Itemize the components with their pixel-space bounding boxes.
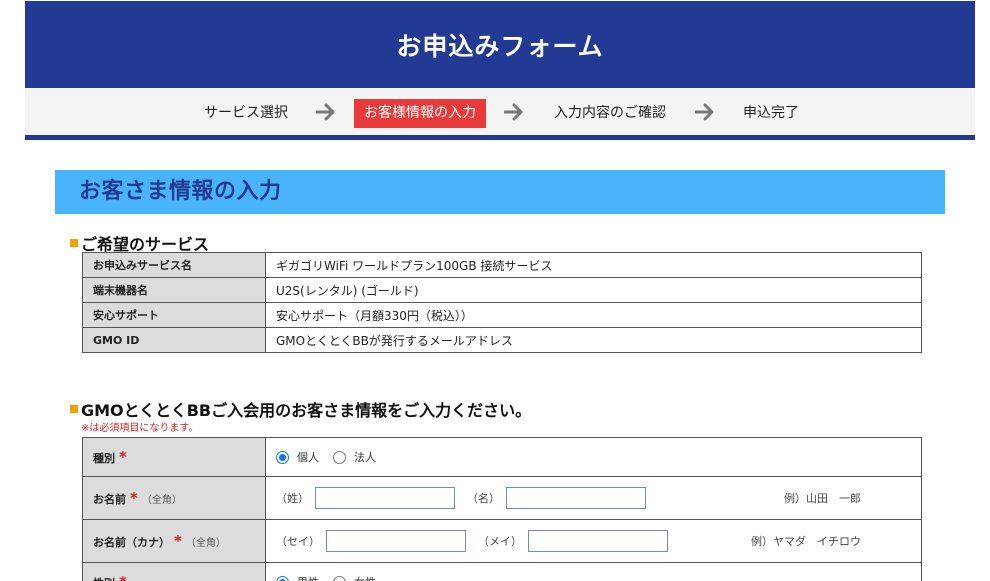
- kana-value-cell: （セイ） （メイ） 例）ヤマダ イチロウ: [265, 519, 922, 563]
- gender-label: 性別: [93, 577, 115, 581]
- support-label: 安心サポート: [82, 302, 266, 328]
- name-note: （全角）: [141, 495, 182, 506]
- type-label-cell: 種別 *: [82, 437, 266, 477]
- customer-heading: GMOとくとくBBご入会用のお客さま情報をご入力ください。: [70, 397, 531, 421]
- service-name-label: お申込みサービス名: [82, 252, 266, 278]
- page-title: お申込みフォーム: [396, 31, 604, 61]
- table-row: 端末機器名 U2S(レンタル) (ゴールド): [82, 277, 922, 303]
- type-value-cell: 個人 法人: [265, 437, 922, 477]
- required-mark: *: [119, 448, 127, 466]
- kana-example: 例）ヤマダ イチロウ: [751, 535, 861, 548]
- first-name-label: （名）: [467, 492, 500, 505]
- type-individual-radio[interactable]: [276, 450, 289, 464]
- type-individual-label[interactable]: 個人: [297, 449, 319, 465]
- table-row: お申込みサービス名 ギガゴリWiFi ワールドプラン100GB 接続サービス: [82, 252, 922, 278]
- progress-steps: サービス選択 お客様情報の入力 入力内容のご確認 申込完了: [25, 88, 975, 140]
- last-name-label: （姓）: [276, 492, 309, 505]
- arrow-right-icon: [695, 103, 714, 121]
- gender-male-label[interactable]: 男性: [297, 574, 319, 581]
- gmo-id-value: GMOとくとくBBが発行するメールアドレス: [265, 327, 922, 353]
- bullet-square-icon: [70, 405, 78, 413]
- kana-label: お名前（カナ）: [93, 536, 170, 549]
- name-label: お名前: [93, 493, 126, 506]
- type-corporate-radio[interactable]: [333, 450, 346, 464]
- service-table: お申込みサービス名 ギガゴリWiFi ワールドプラン100GB 接続サービス 端…: [82, 252, 922, 353]
- device-name-value: U2S(レンタル) (ゴールド): [265, 277, 922, 303]
- gender-label-cell: 性別 *: [82, 562, 266, 581]
- last-name-input[interactable]: [315, 487, 455, 509]
- table-row: お名前 * （全角） （姓） （名） 例）山田 一郎: [82, 476, 922, 520]
- customer-heading-text: GMOとくとくBBご入会用のお客さま情報をご入力ください。: [81, 401, 532, 420]
- customer-form-table: 種別 * 個人 法人 お名前 * （全角） （姓） （名） 例）山田 一郎 お名…: [82, 437, 922, 581]
- step-service-select: サービス選択: [204, 105, 288, 121]
- kana-label-cell: お名前（カナ） * （全角）: [82, 519, 266, 563]
- gender-female-label[interactable]: 女性: [354, 574, 376, 581]
- name-value-cell: （姓） （名） 例）山田 一郎: [265, 476, 922, 520]
- header-band: お申込みフォーム: [25, 1, 975, 88]
- step-customer-info: お客様情報の入力: [354, 99, 486, 128]
- device-name-label: 端末機器名: [82, 277, 266, 303]
- table-row: GMO ID GMOとくとくBBが発行するメールアドレス: [82, 327, 922, 353]
- type-label: 種別: [93, 452, 115, 465]
- required-note: ※は必須項目になります。: [81, 423, 199, 434]
- bullet-square-icon: [70, 239, 78, 247]
- table-row: 性別 * 男性 女性: [82, 562, 922, 581]
- gender-male-radio[interactable]: [276, 575, 289, 581]
- service-name-value: ギガゴリWiFi ワールドプラン100GB 接続サービス: [265, 252, 922, 278]
- name-example: 例）山田 一郎: [784, 492, 861, 505]
- page: お申込みフォーム サービス選択 お客様情報の入力 入力内容のご確認 申込完了 お…: [0, 0, 990, 581]
- step-confirm: 入力内容のご確認: [554, 105, 666, 121]
- last-kana-label: （セイ）: [276, 535, 320, 548]
- gender-radio-group: 男性 女性: [276, 574, 921, 581]
- type-corporate-label[interactable]: 法人: [354, 449, 376, 465]
- arrow-right-icon: [504, 103, 523, 121]
- gmo-id-label: GMO ID: [82, 327, 266, 353]
- required-mark: *: [119, 573, 127, 581]
- first-kana-input[interactable]: [528, 530, 668, 552]
- required-mark: *: [130, 489, 138, 507]
- support-value: 安心サポート（月額330円（税込））: [265, 302, 922, 328]
- required-mark: *: [174, 532, 182, 550]
- gender-female-radio[interactable]: [333, 575, 346, 581]
- first-kana-label: （メイ）: [478, 535, 522, 548]
- kana-note: （全角）: [185, 538, 226, 549]
- last-kana-input[interactable]: [326, 530, 466, 552]
- type-radio-group: 個人 法人: [276, 449, 921, 465]
- table-row: 種別 * 個人 法人: [82, 437, 922, 477]
- name-label-cell: お名前 * （全角）: [82, 476, 266, 520]
- section-title: お客さま情報の入力: [55, 170, 945, 214]
- table-row: お名前（カナ） * （全角） （セイ） （メイ） 例）ヤマダ イチロウ: [82, 519, 922, 563]
- table-row: 安心サポート 安心サポート（月額330円（税込））: [82, 302, 922, 328]
- arrow-right-icon: [316, 103, 335, 121]
- first-name-input[interactable]: [506, 487, 646, 509]
- step-complete: 申込完了: [743, 105, 799, 121]
- gender-value-cell: 男性 女性: [265, 562, 922, 581]
